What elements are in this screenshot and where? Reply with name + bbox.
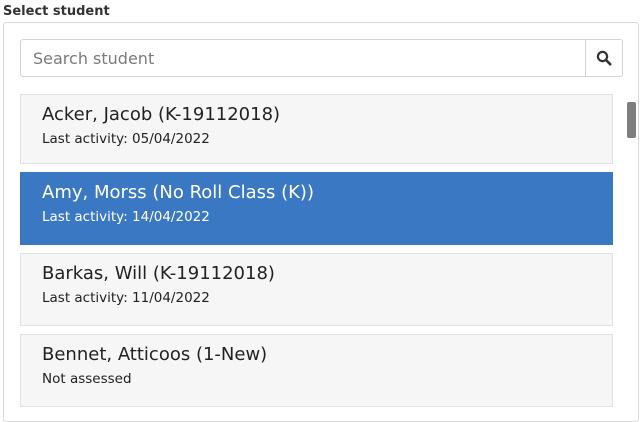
student-name: Barkas, Will (K-19112018) <box>42 263 275 284</box>
student-name: Amy, Morss (No Roll Class (K)) <box>42 182 314 203</box>
search-button[interactable] <box>585 40 622 76</box>
student-list: Acker, Jacob (K-19112018) Last activity:… <box>20 94 615 421</box>
search-icon <box>596 50 612 66</box>
student-item[interactable]: Acker, Jacob (K-19112018) Last activity:… <box>20 94 613 164</box>
student-activity: Last activity: 11/04/2022 <box>42 290 210 306</box>
student-status: Not assessed <box>42 371 132 387</box>
student-item[interactable]: Barkas, Will (K-19112018) Last activity:… <box>20 253 613 326</box>
scrollbar[interactable] <box>626 94 637 421</box>
student-item-selected[interactable]: Amy, Morss (No Roll Class (K)) Last acti… <box>20 172 613 245</box>
student-name: Acker, Jacob (K-19112018) <box>42 104 281 125</box>
scrollbar-thumb[interactable] <box>627 102 636 138</box>
student-activity: Last activity: 05/04/2022 <box>42 131 210 147</box>
student-activity: Last activity: 14/04/2022 <box>42 209 210 225</box>
search-input[interactable] <box>21 41 585 75</box>
select-student-label: Select student <box>3 4 110 19</box>
student-item[interactable]: Bennet, Atticoos (1-New) Not assessed <box>20 334 613 407</box>
search-box <box>20 39 623 77</box>
student-name: Bennet, Atticoos (1-New) <box>42 344 268 365</box>
student-picker-panel: Acker, Jacob (K-19112018) Last activity:… <box>3 22 639 422</box>
